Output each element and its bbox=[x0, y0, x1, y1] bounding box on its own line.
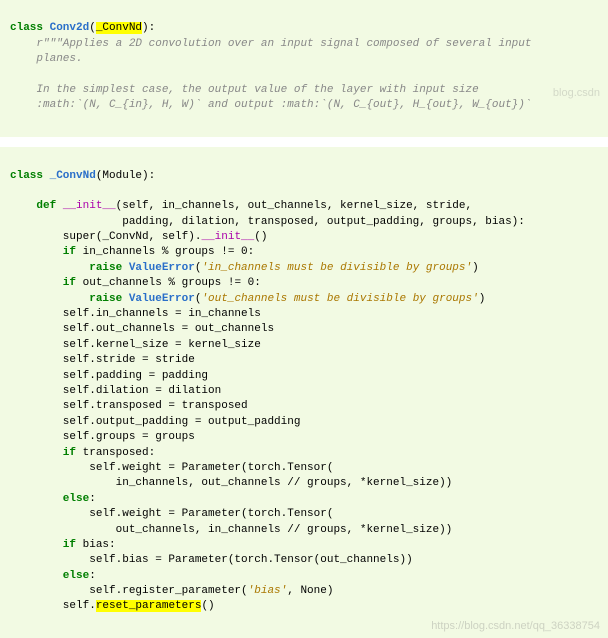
code-line: self.dilation = dilation bbox=[10, 385, 221, 397]
docstring-line: :math:`(N, C_{in}, H, W)` and output :ma… bbox=[10, 99, 532, 111]
params: (self, in_channels, out_channels, kernel… bbox=[116, 200, 472, 212]
code-line: self.output_padding = output_padding bbox=[10, 416, 300, 428]
keyword-if: if bbox=[10, 447, 76, 459]
string: 'bias' bbox=[248, 585, 288, 597]
code-line: self.padding = padding bbox=[10, 370, 208, 382]
exc: ValueError bbox=[129, 293, 195, 305]
string: 'in_channels must be divisible by groups… bbox=[201, 262, 472, 274]
keyword-def: def bbox=[10, 200, 63, 212]
cond: out_channels % groups != 0: bbox=[76, 277, 261, 289]
docstring-line: planes. bbox=[10, 53, 83, 65]
keyword-else: else bbox=[10, 570, 89, 582]
keyword-if: if bbox=[10, 277, 76, 289]
code-block-convnd: class _ConvNd(Module): def __init__(self… bbox=[0, 147, 608, 638]
p: ) bbox=[472, 262, 479, 274]
code-line: self.weight = Parameter(torch.Tensor( bbox=[10, 462, 333, 474]
code-line: raise ValueError('in_channels must be di… bbox=[10, 262, 479, 274]
watermark-text: https://blog.csdn.net/qq_36338754 bbox=[431, 619, 600, 634]
call-end: , None) bbox=[287, 585, 333, 597]
code-line: out_channels, in_channels // groups, *ke… bbox=[10, 524, 452, 536]
code-line: self.kernel_size = kernel_size bbox=[10, 339, 261, 351]
class-name: _ConvNd bbox=[50, 170, 96, 182]
call: () bbox=[254, 231, 267, 243]
keyword-raise: raise bbox=[10, 293, 129, 305]
method-init: __init__ bbox=[63, 200, 116, 212]
block-separator bbox=[0, 137, 608, 147]
self-dot: self. bbox=[10, 600, 96, 612]
cond: bias: bbox=[76, 539, 116, 551]
keyword-else: else bbox=[10, 493, 89, 505]
code-line: else: bbox=[10, 570, 96, 582]
base-class-highlight: _ConvNd bbox=[96, 22, 142, 34]
dunder: __init__ bbox=[201, 231, 254, 243]
paren: ( bbox=[89, 22, 96, 34]
code-line: else: bbox=[10, 493, 96, 505]
cond: transposed: bbox=[76, 447, 155, 459]
code-line: class _ConvNd(Module): bbox=[10, 170, 155, 182]
keyword-class: class bbox=[10, 170, 50, 182]
code-line: self.bias = Parameter(torch.Tensor(out_c… bbox=[10, 554, 413, 566]
colon: : bbox=[89, 570, 96, 582]
code-block-conv2d: class Conv2d(_ConvNd): r"""Applies a 2D … bbox=[0, 0, 608, 137]
code-line: self.reset_parameters() bbox=[10, 600, 215, 612]
code-line: if bias: bbox=[10, 539, 116, 551]
reset-parameters-highlight: reset_parameters bbox=[96, 600, 202, 612]
code-line: if out_channels % groups != 0: bbox=[10, 277, 261, 289]
code-line: self.transposed = transposed bbox=[10, 400, 248, 412]
code-line: raise ValueError('out_channels must be d… bbox=[10, 293, 485, 305]
cond: in_channels % groups != 0: bbox=[76, 246, 254, 258]
watermark-text: blog.csdn bbox=[553, 86, 600, 101]
keyword-class: class bbox=[10, 22, 50, 34]
keyword-if: if bbox=[10, 539, 76, 551]
docstring-line: r"""Applies a 2D convolution over an inp… bbox=[10, 38, 532, 50]
code-line: self.register_parameter('bias', None) bbox=[10, 585, 333, 597]
code-line: self.stride = stride bbox=[10, 354, 195, 366]
code-line: def __init__(self, in_channels, out_chan… bbox=[10, 200, 472, 212]
code-line: padding, dilation, transposed, output_pa… bbox=[10, 216, 525, 228]
call: self.register_parameter( bbox=[10, 585, 248, 597]
code-line: in_channels, out_channels // groups, *ke… bbox=[10, 477, 452, 489]
code-line: self.groups = groups bbox=[10, 431, 195, 443]
docstring-line: In the simplest case, the output value o… bbox=[10, 84, 479, 96]
keyword-raise: raise bbox=[10, 262, 129, 274]
base: (Module): bbox=[96, 170, 155, 182]
super-call: super(_ConvNd, self). bbox=[10, 231, 201, 243]
class-name: Conv2d bbox=[50, 22, 90, 34]
code-line: super(_ConvNd, self).__init__() bbox=[10, 231, 267, 243]
code-line: self.in_channels = in_channels bbox=[10, 308, 261, 320]
code-line: if transposed: bbox=[10, 447, 155, 459]
paren-close: ): bbox=[142, 22, 155, 34]
string: 'out_channels must be divisible by group… bbox=[201, 293, 478, 305]
p: ) bbox=[479, 293, 486, 305]
code-line: self.weight = Parameter(torch.Tensor( bbox=[10, 508, 333, 520]
code-line: class Conv2d(_ConvNd): bbox=[10, 22, 155, 34]
code-line: self.out_channels = out_channels bbox=[10, 323, 274, 335]
code-line: if in_channels % groups != 0: bbox=[10, 246, 254, 258]
exc: ValueError bbox=[129, 262, 195, 274]
colon: : bbox=[89, 493, 96, 505]
keyword-if: if bbox=[10, 246, 76, 258]
call: () bbox=[201, 600, 214, 612]
